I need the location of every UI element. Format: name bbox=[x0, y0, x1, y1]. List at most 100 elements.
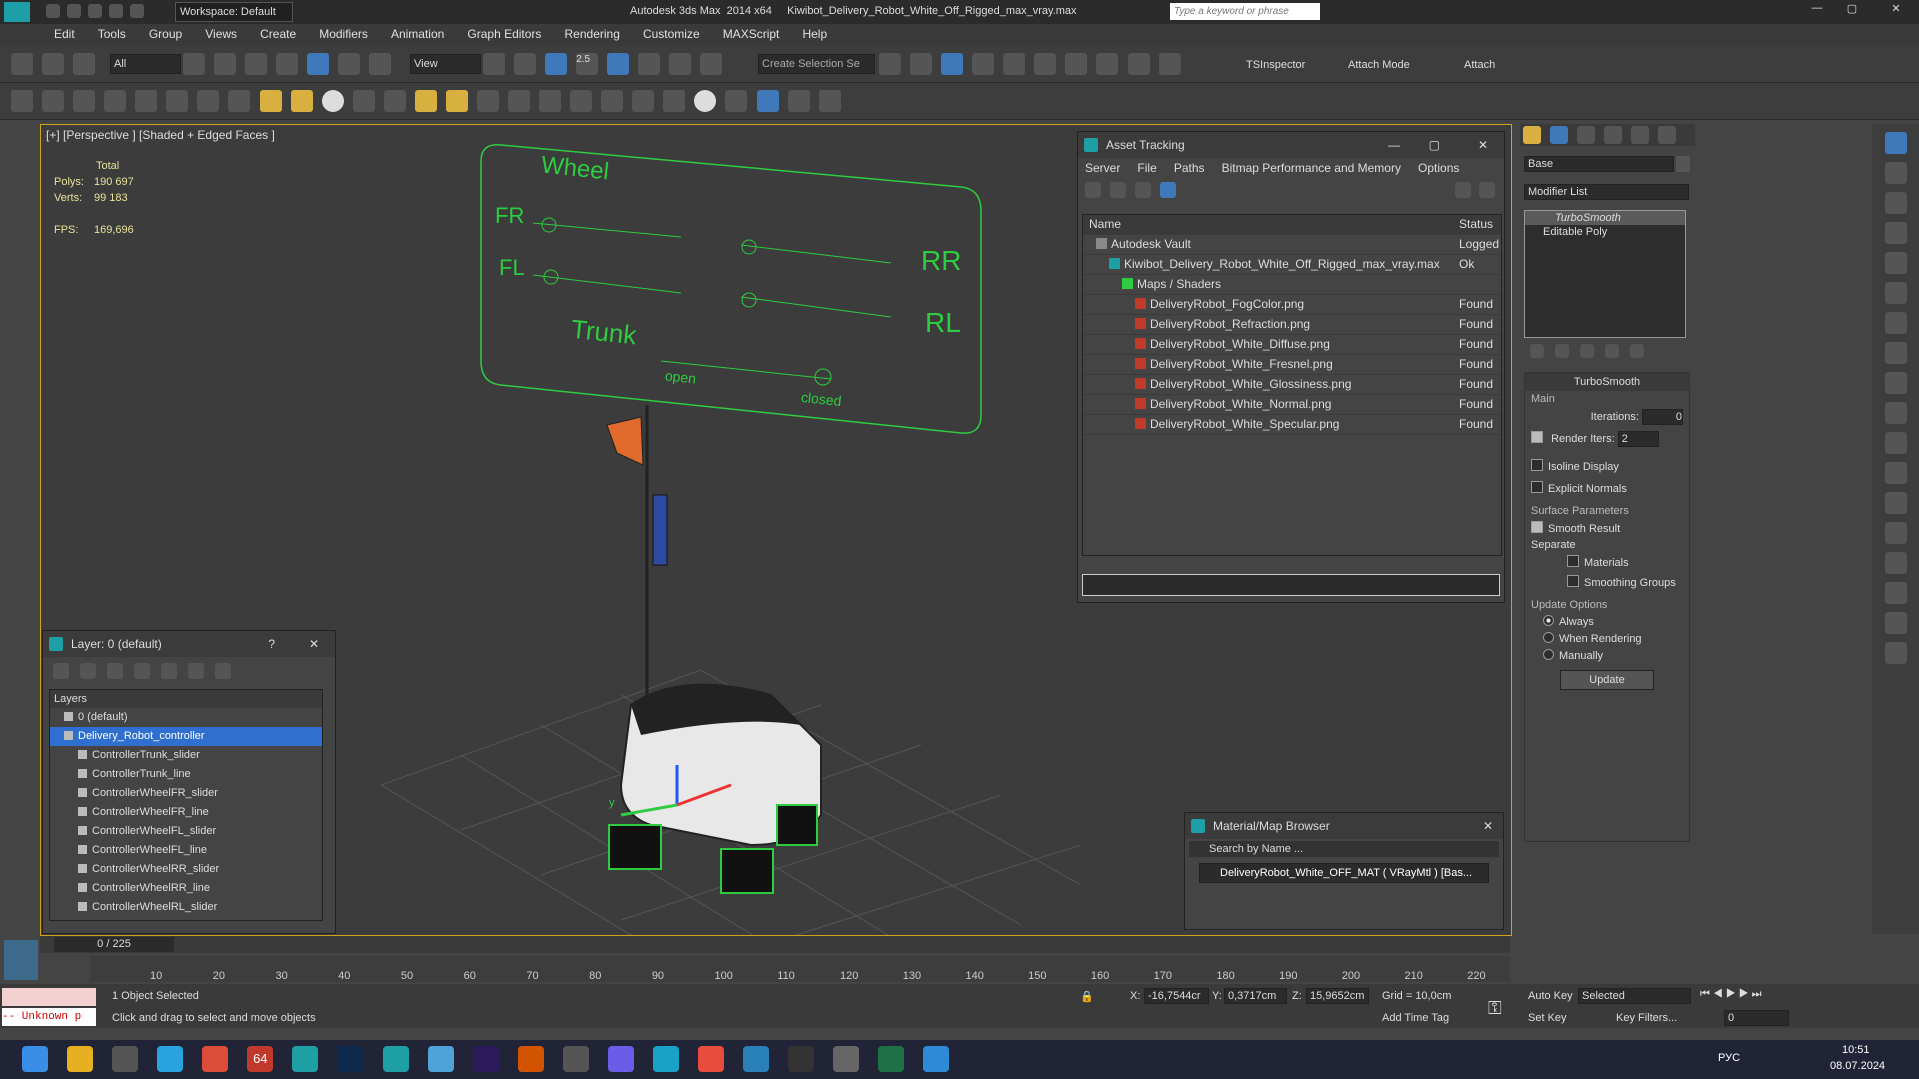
stack-item-editable-poly[interactable]: Editable Poly bbox=[1525, 225, 1685, 239]
layer-row[interactable]: ControllerTrunk_slider bbox=[50, 746, 322, 765]
menu-edit[interactable]: Edit bbox=[44, 24, 85, 41]
select-and-move-icon[interactable] bbox=[307, 53, 330, 75]
track-bar[interactable]: 10 20 30 40 50 60 70 80 90 100 110 120 130 140 150 160 1… bbox=[90, 956, 1510, 982]
maximize-button[interactable]: ▢ bbox=[1837, 2, 1867, 22]
asset-path-field[interactable] bbox=[1082, 574, 1500, 596]
render-iters-spinner[interactable]: 2 bbox=[1617, 431, 1659, 447]
layer-row[interactable]: ControllerWheelRL_slider bbox=[50, 898, 322, 917]
sun-light-icon[interactable] bbox=[414, 90, 437, 112]
layer-row[interactable]: 0 (default) bbox=[50, 708, 322, 727]
fire-icon[interactable] bbox=[632, 90, 655, 112]
archive-icon[interactable] bbox=[607, 1046, 634, 1072]
menu-group[interactable]: Group bbox=[139, 24, 192, 41]
orbit-icon[interactable] bbox=[1884, 372, 1907, 394]
app-logo-icon[interactable] bbox=[4, 2, 30, 22]
go-to-start-icon[interactable]: ⏮ bbox=[1700, 988, 1710, 1000]
snaps-toggle-icon[interactable]: 2.5 bbox=[576, 53, 599, 75]
sun-position-icon[interactable] bbox=[1884, 222, 1907, 244]
maxscript-listener-field[interactable]: -- Unknown p bbox=[2, 1008, 96, 1026]
hair-icon[interactable] bbox=[601, 90, 624, 112]
previous-frame-icon[interactable]: ◀ bbox=[1713, 988, 1723, 1000]
rectangular-selection-icon[interactable] bbox=[245, 53, 268, 75]
utilities-tab-icon[interactable] bbox=[1658, 126, 1677, 144]
at-menu-server[interactable]: Server bbox=[1078, 158, 1127, 178]
object-color-swatch[interactable] bbox=[1676, 156, 1690, 172]
asset-tracking-titlebar[interactable]: Asset Tracking — ▢ ✕ bbox=[1078, 132, 1504, 158]
3dsmax-taskbar-icon[interactable] bbox=[292, 1046, 319, 1072]
table-icon[interactable] bbox=[104, 90, 127, 112]
layer-row[interactable]: ControllerWheelRR_line bbox=[50, 879, 322, 898]
make-unique-icon[interactable] bbox=[1580, 344, 1595, 358]
globe-icon[interactable] bbox=[1884, 402, 1907, 424]
layer-row[interactable]: ControllerWheelFR_slider bbox=[50, 784, 322, 803]
layer-row[interactable]: ControllerWheelFL_slider bbox=[50, 822, 322, 841]
toggle-layer-explorer-icon[interactable] bbox=[972, 53, 995, 75]
at-menu-file[interactable]: File bbox=[1130, 158, 1163, 178]
tree-icon[interactable] bbox=[1884, 582, 1907, 604]
at-menu-options[interactable]: Options bbox=[1411, 158, 1466, 178]
light-lister-icon[interactable] bbox=[1884, 192, 1907, 214]
key-selection-dropdown[interactable]: Selected bbox=[1578, 988, 1691, 1004]
clock-date[interactable]: 08.07.2024 bbox=[1830, 1060, 1885, 1072]
column-name-header[interactable]: Name bbox=[1083, 215, 1463, 234]
motion-tab-icon[interactable] bbox=[1604, 126, 1623, 144]
at-menu-bitmap-performance[interactable]: Bitmap Performance and Memory bbox=[1215, 158, 1408, 178]
smooth-result-checkbox[interactable] bbox=[1531, 521, 1543, 533]
scene-icon[interactable] bbox=[756, 90, 779, 112]
update-always-radio[interactable] bbox=[1543, 615, 1554, 626]
y-coordinate-field[interactable]: 0,3717cm bbox=[1224, 988, 1287, 1004]
material-browser-close-button[interactable]: ✕ bbox=[1483, 813, 1493, 839]
tsinspector-button[interactable]: TSInspector bbox=[1246, 59, 1305, 71]
viewport-label[interactable]: [+] [Perspective ] [Shaded + Edged Faces… bbox=[46, 128, 275, 142]
modifier-list-dropdown[interactable]: Modifier List bbox=[1524, 184, 1689, 200]
select-and-scale-icon[interactable] bbox=[369, 53, 392, 75]
edit-named-selection-icon[interactable] bbox=[700, 53, 723, 75]
layer-list-header[interactable]: Layers bbox=[50, 690, 322, 708]
material-sphere-icon[interactable] bbox=[694, 90, 717, 112]
show-end-result-icon[interactable] bbox=[1555, 344, 1570, 358]
set-key-button[interactable]: Set Key bbox=[1528, 1012, 1567, 1024]
menu-create[interactable]: Create bbox=[250, 24, 306, 41]
separate-materials-checkbox[interactable] bbox=[1567, 555, 1579, 567]
attach-button[interactable]: Attach bbox=[1464, 59, 1495, 71]
pan-icon[interactable] bbox=[1884, 432, 1907, 454]
key-mode-icon[interactable]: ⚿ bbox=[1488, 998, 1502, 1019]
add-time-tag-button[interactable]: Add Time Tag bbox=[1382, 1012, 1449, 1024]
grid-icon[interactable] bbox=[1884, 552, 1907, 574]
asset-row[interactable]: DeliveryRobot_White_Specular.png Found bbox=[1083, 415, 1501, 435]
help-circle-icon[interactable] bbox=[1884, 642, 1907, 664]
sphere-shaded-icon[interactable] bbox=[663, 90, 686, 112]
curve-editor-icon[interactable] bbox=[1003, 53, 1026, 75]
layer-row[interactable]: ControllerTrunk_line bbox=[50, 765, 322, 784]
rl-wheel-slider[interactable] bbox=[741, 292, 757, 308]
box-tool-icon[interactable] bbox=[228, 90, 251, 112]
thumbnail-view-icon[interactable] bbox=[1135, 182, 1152, 198]
start-icon[interactable] bbox=[22, 1046, 48, 1072]
named-selection-sets-dropdown[interactable]: Create Selection Se bbox=[758, 54, 875, 74]
layer-row[interactable]: Delivery_Robot_controller bbox=[50, 727, 322, 746]
list-view-icon[interactable] bbox=[1110, 182, 1127, 198]
turbosmooth-rollout-title[interactable]: TurboSmooth bbox=[1525, 373, 1689, 391]
calculator-icon[interactable] bbox=[112, 1046, 139, 1072]
rotate-view-icon[interactable] bbox=[1884, 282, 1907, 304]
attach-mode-button[interactable]: Attach Mode bbox=[1348, 59, 1410, 71]
terminal-icon[interactable] bbox=[788, 1046, 815, 1072]
select-link-icon[interactable] bbox=[11, 53, 33, 75]
toggle-scene-explorer-icon[interactable] bbox=[941, 53, 964, 75]
export-icon[interactable] bbox=[787, 90, 810, 112]
book-icon[interactable] bbox=[1884, 312, 1907, 334]
yandex-icon[interactable] bbox=[697, 1046, 724, 1072]
current-frame-field[interactable]: 0 bbox=[1724, 1010, 1789, 1026]
delete-layer-icon[interactable] bbox=[80, 663, 97, 679]
object-name-field[interactable]: Base bbox=[1524, 156, 1674, 172]
unlink-icon[interactable] bbox=[42, 53, 65, 75]
cone-icon[interactable] bbox=[383, 90, 406, 112]
rendered-frame-window-icon[interactable] bbox=[1127, 53, 1150, 75]
menu-modifiers[interactable]: Modifiers bbox=[309, 24, 378, 41]
select-manipulate-icon[interactable] bbox=[514, 53, 537, 75]
open-file-icon[interactable] bbox=[67, 4, 82, 18]
minimize-button[interactable]: — bbox=[1802, 2, 1832, 22]
menu-customize[interactable]: Customize bbox=[633, 24, 710, 41]
update-when-rendering-radio[interactable] bbox=[1543, 632, 1554, 643]
menu-graph-editors[interactable]: Graph Editors bbox=[457, 24, 551, 41]
